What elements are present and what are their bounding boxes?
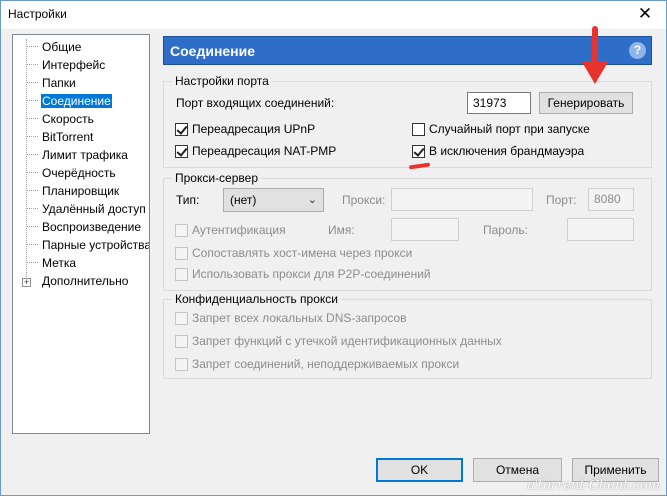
annotation-arrow-icon xyxy=(582,26,608,84)
proxy-port-input[interactable]: 8080 xyxy=(588,188,634,211)
incoming-port-label: Порт входящих соединений: xyxy=(176,96,335,110)
chevron-down-icon: ⌄ xyxy=(307,194,317,206)
help-icon[interactable]: ? xyxy=(629,42,646,59)
dns-checkbox[interactable] xyxy=(175,312,188,325)
page-title: Соединение xyxy=(170,43,256,59)
natpmp-checkbox[interactable] xyxy=(175,145,188,158)
generate-button[interactable]: Генерировать xyxy=(539,92,633,114)
port-settings-title: Настройки порта xyxy=(172,74,272,88)
random-port-checkbox[interactable] xyxy=(412,123,425,136)
tree-item-connection[interactable]: Соединение xyxy=(13,93,149,110)
firewall-exception-label: В исключения брандмауэра xyxy=(429,144,585,158)
p2p-proxy-label: Использовать прокси для P2P-соединений xyxy=(192,267,431,281)
window-title: Настройки xyxy=(8,7,67,21)
settings-window: Настройки ✕ Общие Интерфейс Папки Соедин… xyxy=(0,0,667,496)
tree-item-general[interactable]: Общие xyxy=(13,39,149,56)
proxy-host-input[interactable] xyxy=(391,188,533,211)
unsupported-checkbox[interactable] xyxy=(175,358,188,371)
title-bar: Настройки ✕ xyxy=(1,1,666,29)
tree-item-bittorrent[interactable]: BitTorrent xyxy=(13,129,149,146)
leak-label: Запрет функций с утечкой идентификационн… xyxy=(192,334,502,348)
tree-item-traffic-limit[interactable]: Лимит трафика xyxy=(13,147,149,164)
close-button[interactable]: ✕ xyxy=(630,1,660,29)
tree-item-advanced[interactable]: Дополнительно xyxy=(13,273,149,290)
username-input[interactable] xyxy=(391,218,459,241)
random-port-label: Случайный порт при запуске xyxy=(429,122,590,136)
dns-label: Запрет всех локальных DNS-запросов xyxy=(192,311,407,325)
natpmp-label: Переадресация NAT-PMP xyxy=(192,144,337,158)
auth-label: Аутентификация xyxy=(192,223,286,237)
settings-tree: Общие Интерфейс Папки Соединение Скорост… xyxy=(12,34,150,434)
p2p-proxy-checkbox[interactable] xyxy=(175,268,188,281)
proxy-title: Прокси-сервер xyxy=(172,171,261,185)
tree-item-queue[interactable]: Очерёдность xyxy=(13,165,149,182)
tree-item-paired-devices[interactable]: Парные устройства xyxy=(13,237,149,254)
auth-checkbox[interactable] xyxy=(175,224,188,237)
tree-item-playback[interactable]: Воспроизведение xyxy=(13,219,149,236)
proxy-port-label: Порт: xyxy=(546,193,577,207)
proxy-type-select[interactable]: (нет) ⌄ xyxy=(223,188,324,212)
tree-item-folders[interactable]: Папки xyxy=(13,75,149,92)
proxy-type-value: (нет) xyxy=(230,193,257,207)
firewall-exception-checkbox[interactable] xyxy=(412,145,425,158)
password-input[interactable] xyxy=(567,218,634,241)
tree-item-remote[interactable]: Удалённый доступ xyxy=(13,201,149,218)
tree-item-label[interactable]: Метка xyxy=(13,255,149,272)
privacy-title: Конфиденциальность прокси xyxy=(172,292,341,306)
ok-button[interactable]: OK xyxy=(376,458,463,482)
tree-item-speed[interactable]: Скорость xyxy=(13,111,149,128)
watermark: uTorrent-Client.com xyxy=(526,478,660,493)
proxy-type-label: Тип: xyxy=(176,193,200,207)
leak-checkbox[interactable] xyxy=(175,335,188,348)
upnp-label: Переадресация UPnP xyxy=(192,122,316,136)
expand-icon[interactable]: + xyxy=(22,278,31,287)
incoming-port-input[interactable]: 31973 xyxy=(467,92,531,114)
upnp-checkbox[interactable] xyxy=(175,123,188,136)
unsupported-label: Запрет соединений, неподдерживаемых прок… xyxy=(192,357,460,371)
resolve-hosts-label: Сопоставлять хост-имена через прокси xyxy=(192,246,413,260)
tree-item-scheduler[interactable]: Планировщик xyxy=(13,183,149,200)
tree-item-interface[interactable]: Интерфейс xyxy=(13,57,149,74)
password-label: Пароль: xyxy=(483,223,528,237)
resolve-hosts-checkbox[interactable] xyxy=(175,247,188,260)
username-label: Имя: xyxy=(328,223,355,237)
proxy-host-label: Прокси: xyxy=(342,193,386,207)
